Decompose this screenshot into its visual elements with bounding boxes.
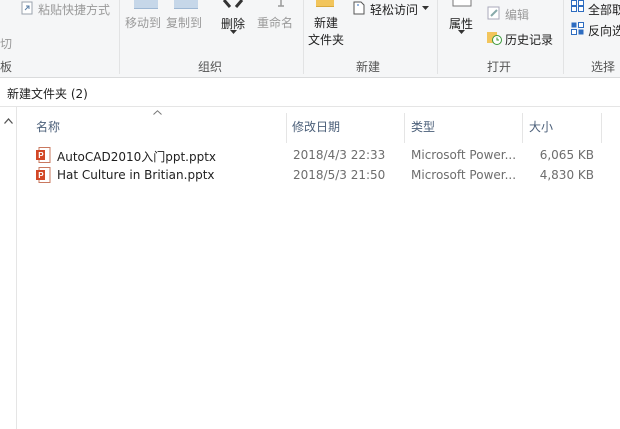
group-label-new: 新建 bbox=[356, 60, 381, 74]
svg-text:P: P bbox=[38, 171, 44, 180]
group-label-select: 选择 bbox=[591, 60, 616, 74]
move-to-button[interactable]: 移动到 bbox=[125, 14, 161, 31]
column-header-date[interactable]: 修改日期 bbox=[292, 118, 340, 135]
easy-access-dropdown-icon[interactable] bbox=[422, 6, 429, 10]
group-separator bbox=[563, 0, 564, 74]
group-separator bbox=[303, 0, 304, 74]
file-date: 2018/4/3 22:33 bbox=[293, 148, 386, 162]
edit-button[interactable]: 编辑 bbox=[505, 6, 529, 23]
select-all-button[interactable]: 全部取 bbox=[588, 1, 620, 18]
delete-icon bbox=[222, 0, 244, 8]
easy-access-icon bbox=[353, 1, 365, 15]
new-folder-button-line2[interactable]: 文件夹 bbox=[308, 31, 344, 48]
select-all-icon bbox=[571, 0, 584, 12]
column-header-row: 名称 修改日期 类型 大小 bbox=[17, 107, 620, 143]
invert-selection-icon bbox=[571, 22, 584, 35]
column-divider[interactable] bbox=[286, 113, 287, 143]
file-size: 4,830 KB bbox=[539, 168, 594, 182]
column-header-type[interactable]: 类型 bbox=[411, 118, 435, 135]
pptx-file-icon: P bbox=[36, 147, 51, 163]
easy-access-button[interactable]: 轻松访问 bbox=[370, 1, 418, 18]
file-date: 2018/5/3 21:50 bbox=[293, 168, 386, 182]
new-folder-icon bbox=[316, 0, 334, 7]
paste-shortcut-icon bbox=[21, 1, 33, 15]
column-divider[interactable] bbox=[522, 113, 523, 143]
group-label-open: 打开 bbox=[487, 60, 512, 74]
file-row[interactable]: P AutoCAD2010入门ppt.pptx 2018/4/3 22:33 M… bbox=[30, 145, 610, 165]
history-icon bbox=[487, 32, 502, 45]
ribbon: 粘贴快捷方式 切 板 移动到 复制到 删除 重命名 组织 新建 文件夹 轻松访问… bbox=[0, 0, 620, 78]
scroll-up-icon[interactable] bbox=[4, 118, 13, 124]
cut-button[interactable]: 切 bbox=[0, 35, 12, 52]
group-separator bbox=[119, 0, 120, 74]
rename-button[interactable]: 重命名 bbox=[257, 14, 293, 31]
invert-selection-button[interactable]: 反向选 bbox=[588, 22, 620, 39]
history-button[interactable]: 历史记录 bbox=[505, 31, 553, 48]
column-divider[interactable] bbox=[404, 113, 405, 143]
file-name[interactable]: Hat Culture in Britian.pptx bbox=[57, 168, 215, 182]
new-folder-button-line1[interactable]: 新建 bbox=[314, 14, 338, 31]
navigation-pane[interactable] bbox=[0, 107, 17, 429]
file-row[interactable]: P Hat Culture in Britian.pptx 2018/5/3 2… bbox=[30, 165, 610, 185]
file-size: 6,065 KB bbox=[539, 148, 594, 162]
group-label-clipboard: 板 bbox=[0, 60, 13, 74]
group-separator bbox=[437, 0, 438, 74]
properties-dropdown-icon[interactable] bbox=[458, 30, 465, 34]
rename-icon bbox=[278, 0, 284, 7]
folder-title-bar: 新建文件夹 (2) bbox=[0, 78, 620, 107]
edit-icon bbox=[487, 6, 500, 20]
folder-title: 新建文件夹 (2) bbox=[7, 87, 88, 101]
column-divider[interactable] bbox=[601, 113, 602, 143]
group-label-organize: 组织 bbox=[198, 60, 223, 74]
column-header-size[interactable]: 大小 bbox=[529, 118, 553, 135]
pptx-file-icon: P bbox=[36, 167, 51, 183]
delete-dropdown-icon[interactable] bbox=[230, 30, 237, 34]
column-header-name[interactable]: 名称 bbox=[36, 118, 60, 135]
sort-up-icon bbox=[153, 110, 162, 115]
paste-shortcut-button[interactable]: 粘贴快捷方式 bbox=[38, 1, 110, 18]
svg-text:P: P bbox=[38, 151, 44, 160]
copy-to-button[interactable]: 复制到 bbox=[166, 14, 202, 31]
copy-to-icon bbox=[174, 0, 198, 9]
properties-icon bbox=[452, 0, 472, 7]
file-name[interactable]: AutoCAD2010入门ppt.pptx bbox=[57, 148, 216, 165]
move-to-icon bbox=[134, 0, 158, 9]
